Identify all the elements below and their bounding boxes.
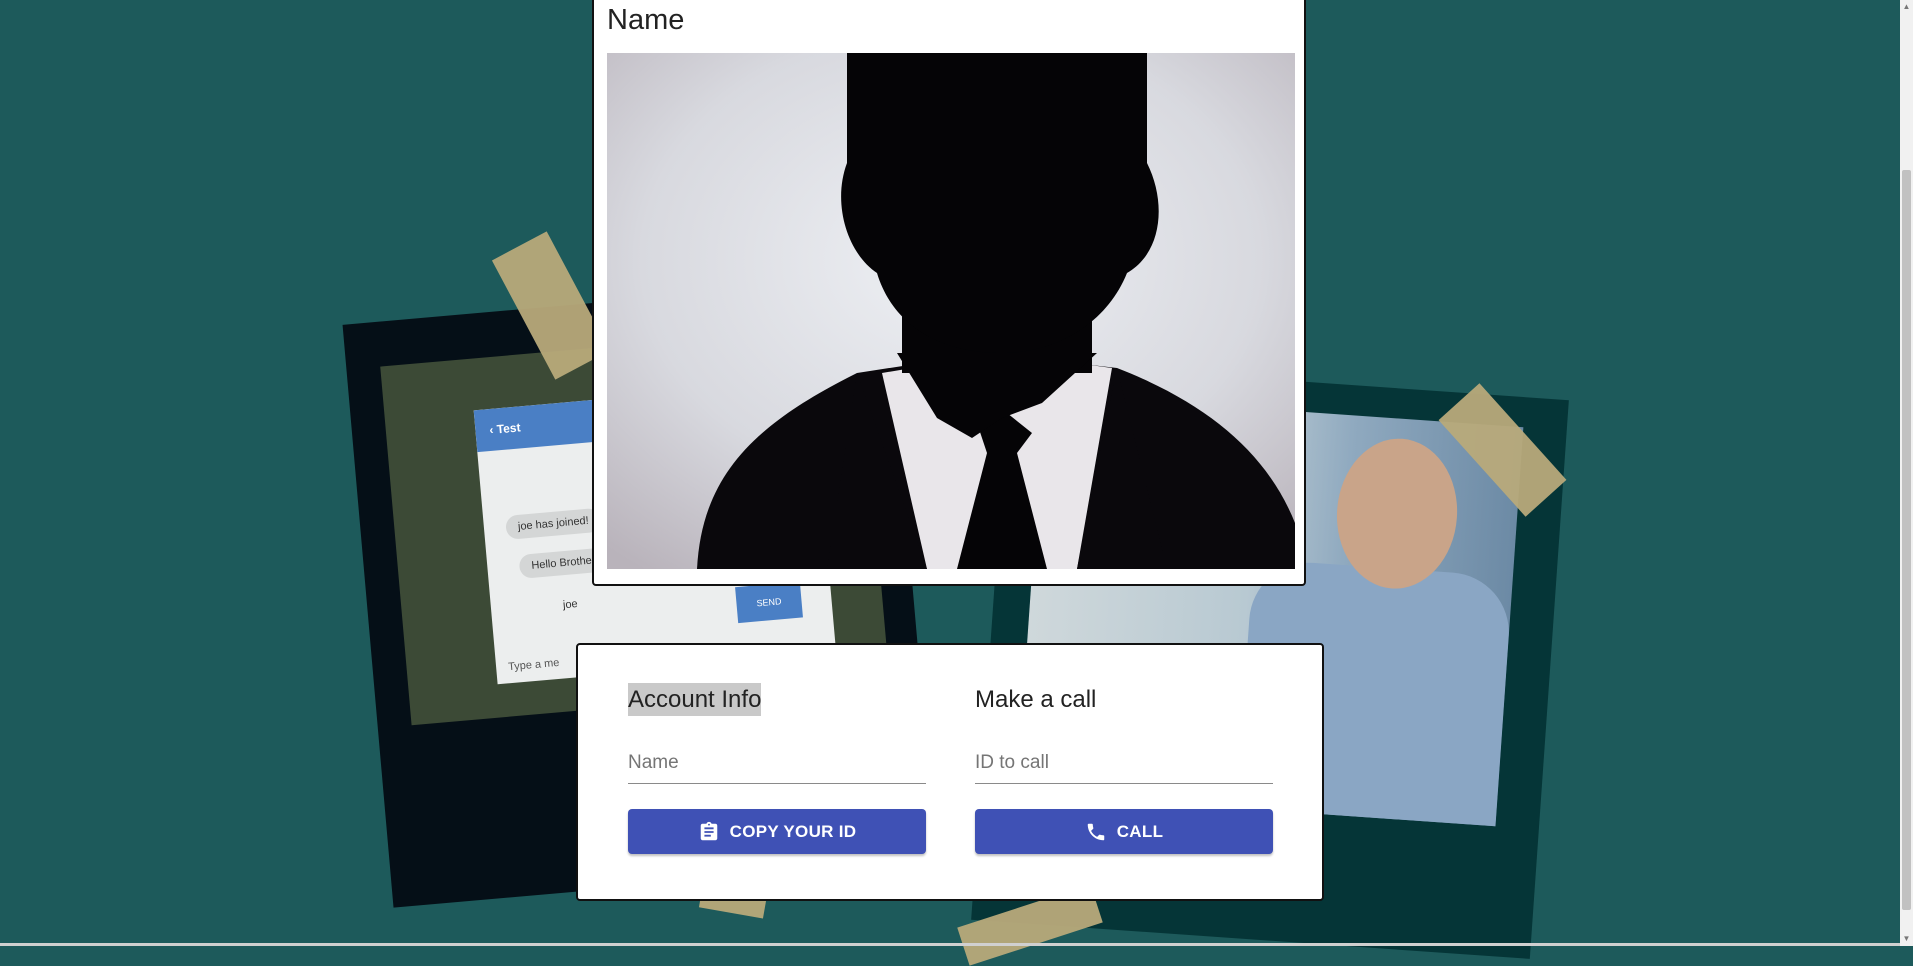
video-stream [607,53,1295,569]
background-message-input: Type a me [507,656,560,674]
scroll-down-arrow-icon[interactable]: ▼ [1900,932,1913,946]
background-send-button: SEND [735,581,803,624]
id-to-call-input[interactable] [975,747,1273,784]
video-frame [607,53,1295,569]
make-call-title: Make a call [975,686,1097,713]
scroll-up-arrow-icon[interactable]: ▲ [1900,0,1913,14]
background-chat-bubble: joe has joined! [504,507,602,540]
account-info-title: Account Info [628,683,762,716]
video-name-label: Name [607,4,685,36]
call-button[interactable]: CALL [975,809,1273,854]
background-chat-title: Test [496,420,522,437]
call-button-label: CALL [1116,821,1164,841]
scrollbar-thumb[interactable] [1902,170,1911,910]
control-panel: Account Info COPY YOUR ID Make a call CA… [576,643,1324,901]
video-card: Name [592,0,1306,586]
vertical-scrollbar[interactable]: ▲ ▼ [1900,0,1913,946]
make-call-section: Make a call CALL [975,683,1273,854]
copy-id-button[interactable]: COPY YOUR ID [628,809,926,854]
name-input[interactable] [628,747,926,784]
account-info-section: Account Info COPY YOUR ID [628,683,926,854]
copy-id-button-label: COPY YOUR ID [729,821,857,841]
background-chat-bubble: joe [562,598,579,612]
phone-icon [1087,823,1104,840]
clipboard-icon [700,821,717,840]
